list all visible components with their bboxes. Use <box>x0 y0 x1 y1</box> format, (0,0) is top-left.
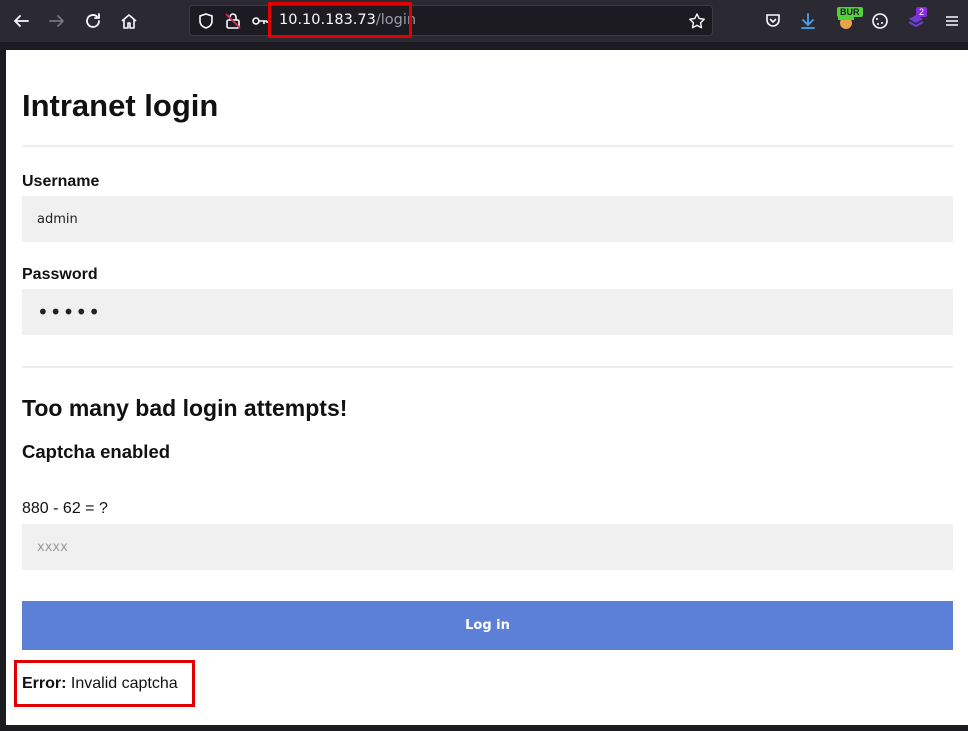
download-icon <box>801 13 815 29</box>
browser-toolbar: 10.10.183.73/login BUR 2 <box>0 0 968 42</box>
error-label: Error: <box>22 675 67 692</box>
extension-button[interactable]: 2 <box>900 5 932 37</box>
downloads-button[interactable] <box>792 5 824 37</box>
burp-extension-button[interactable]: BUR <box>830 5 863 37</box>
hamburger-menu-icon <box>946 16 958 26</box>
insecure-lock-icon[interactable] <box>224 12 242 30</box>
password-input[interactable]: ••••• <box>22 289 953 335</box>
pocket-button[interactable] <box>757 5 789 37</box>
shield-icon[interactable] <box>197 12 215 30</box>
arrow-left-icon <box>14 15 29 27</box>
bookmark-star-icon[interactable] <box>688 12 706 30</box>
reload-button[interactable] <box>77 5 109 37</box>
login-button[interactable]: Log in <box>22 601 953 650</box>
divider <box>22 366 953 368</box>
page-content: Intranet login Username admin Password •… <box>6 50 968 725</box>
pocket-icon <box>766 14 780 27</box>
arrow-right-icon <box>49 15 64 27</box>
menu-button[interactable] <box>936 5 968 37</box>
back-button[interactable] <box>5 5 37 37</box>
extension-badge: 2 <box>916 7 928 17</box>
reload-icon <box>86 13 100 28</box>
cookie-extension-button[interactable] <box>864 5 896 37</box>
warning-heading: Too many bad login attempts! <box>22 395 348 421</box>
error-detail: Invalid captcha <box>70 675 178 692</box>
key-icon[interactable] <box>251 12 269 30</box>
captcha-question: 880 - 62 = ? <box>22 500 108 517</box>
home-button[interactable] <box>113 5 145 37</box>
captcha-input[interactable]: xxxx <box>22 524 953 570</box>
cookie-icon <box>872 13 888 29</box>
divider <box>22 145 953 147</box>
username-label: Username <box>22 173 100 190</box>
captcha-heading: Captcha enabled <box>22 441 171 462</box>
page-title: Intranet login <box>22 88 219 123</box>
url-highlight-box <box>268 2 412 38</box>
forward-button[interactable] <box>41 5 73 37</box>
error-message: Error: Invalid captcha <box>22 675 178 693</box>
username-input[interactable]: admin <box>22 196 953 242</box>
home-icon <box>121 14 137 29</box>
password-label: Password <box>22 266 98 283</box>
burp-label: BUR <box>837 7 863 17</box>
